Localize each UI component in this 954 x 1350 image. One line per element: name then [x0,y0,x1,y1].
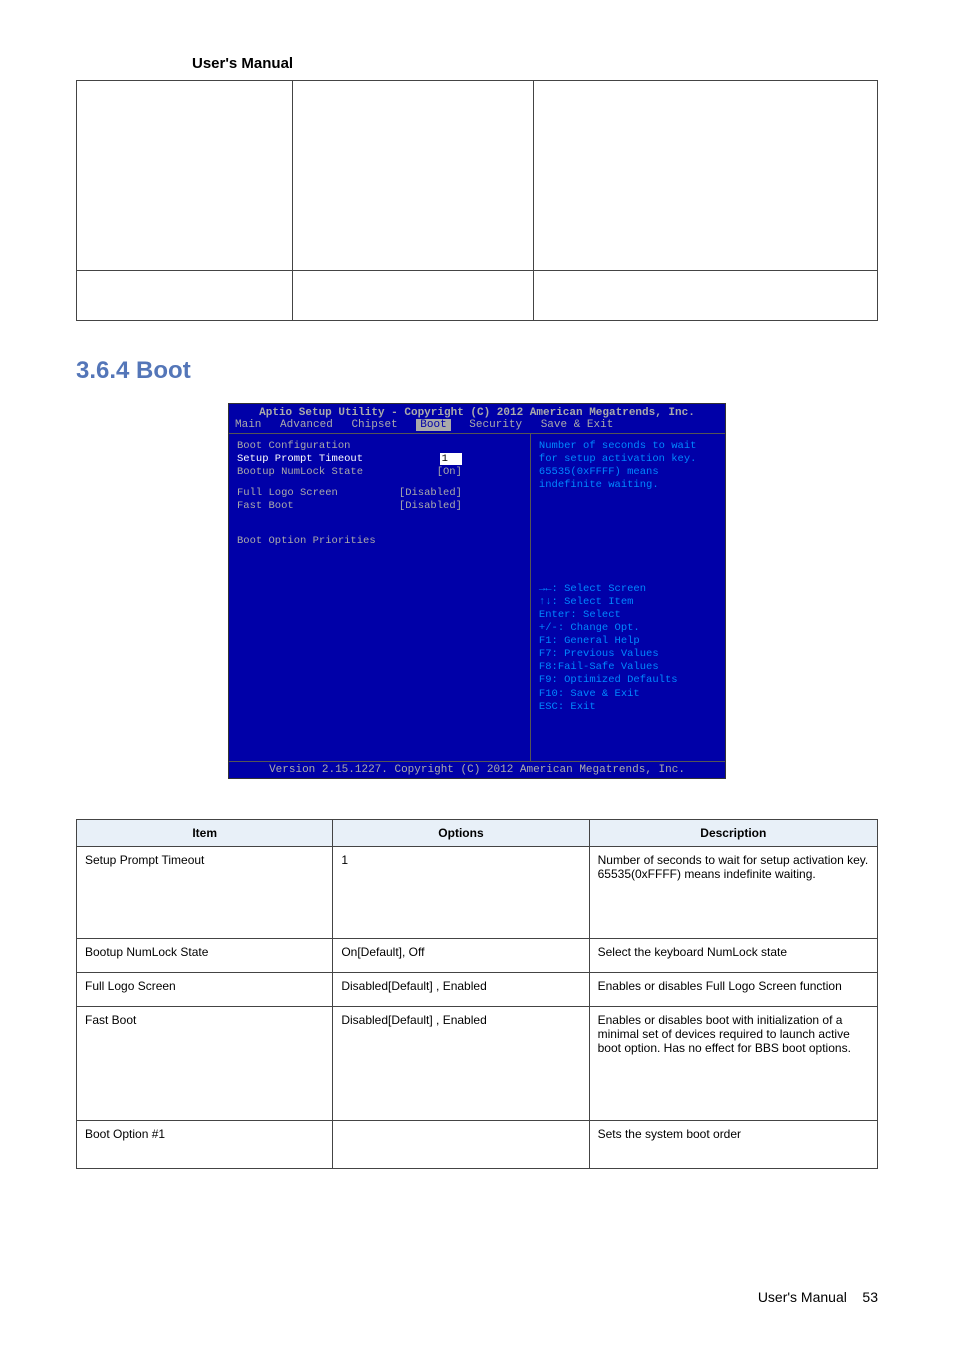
cell [533,271,877,321]
bios-value-selected: 1 [440,453,462,465]
bios-help-text: Number of seconds to wait for setup acti… [539,440,717,493]
cell-options: 1 [333,847,589,939]
footer-page: 53 [862,1289,878,1305]
cell-item: Bootup NumLock State [77,939,333,973]
bios-key: ↑↓: Select Item [539,596,717,609]
bios-menu-boot: Boot [416,419,450,431]
bios-label: Full Logo Screen [237,487,338,499]
bios-footer: Version 2.15.1227. Copyright (C) 2012 Am… [229,761,725,778]
cell-item: Full Logo Screen [77,973,333,1007]
table-row: Fast Boot Disabled[Default] , Enabled En… [77,1007,878,1121]
bios-key: Enter: Select [539,609,717,622]
bios-screenshot: Aptio Setup Utility - Copyright (C) 2012… [228,403,726,779]
page-header: User's Manual [0,0,954,80]
table-row: Bootup NumLock State On[Default], Off Se… [77,939,878,973]
cell-item: Boot Option #1 [77,1121,333,1169]
bios-row: Bootup NumLock State [On] [237,466,522,478]
cell [77,271,293,321]
cell-desc: Enables or disables boot with initializa… [589,1007,877,1121]
bios-key-legend: →←: Select Screen ↑↓: Select Item Enter:… [539,583,717,714]
cell-options: Disabled[Default] , Enabled [333,1007,589,1121]
bios-menu-chipset: Chipset [351,419,397,431]
table-row: Setup Prompt Timeout 1 Number of seconds… [77,847,878,939]
bios-row: Fast Boot [Disabled] [237,500,522,512]
bios-row: Setup Prompt Timeout 1 [237,453,522,465]
bios-key: F7: Previous Values [539,648,717,661]
bios-value: [Disabled] [399,500,462,512]
cell-options [333,1121,589,1169]
bios-title: Aptio Setup Utility - Copyright (C) 2012… [229,404,725,419]
col-options: Options [333,820,589,847]
bios-left-pane: Boot Configuration Setup Prompt Timeout … [229,433,531,761]
table-row: Full Logo Screen Disabled[Default] , Ena… [77,973,878,1007]
bios-menu-save-exit: Save & Exit [541,419,614,431]
bios-label: Setup Prompt Timeout [237,453,363,465]
bios-key: ESC: Exit [539,701,717,714]
cell-desc: Select the keyboard NumLock state [589,939,877,973]
header-title: User's Manual [192,55,293,72]
table-row [77,271,878,321]
cell-desc: Sets the system boot order [589,1121,877,1169]
bios-menu-security: Security [469,419,522,431]
bios-section-label: Boot Option Priorities [237,535,522,547]
spec-table: Item Options Description Setup Prompt Ti… [76,819,878,1169]
bios-key: F9: Optimized Defaults [539,674,717,687]
cell-desc: Enables or disables Full Logo Screen fun… [589,973,877,1007]
table-row: Boot Option #1 Sets the system boot orde… [77,1121,878,1169]
bios-value: [On] [437,466,462,478]
section-heading: 3.6.4 Boot [76,357,878,385]
footer-label: User's Manual [758,1289,847,1305]
table-row [77,81,878,271]
cell [533,81,877,271]
cell-options: On[Default], Off [333,939,589,973]
bios-label: Bootup NumLock State [237,466,363,478]
bios-key: F8:Fail-Safe Values [539,661,717,674]
page-footer-text: User's Manual 53 [758,1289,878,1305]
bios-row: Full Logo Screen [Disabled] [237,487,522,499]
col-item: Item [77,820,333,847]
bios-label: Boot Configuration [237,440,350,452]
bios-body: Boot Configuration Setup Prompt Timeout … [229,433,725,761]
bios-label: Fast Boot [237,500,294,512]
bios-menu-main: Main [235,419,261,431]
bios-key: →←: Select Screen [539,583,717,596]
bios-right-pane: Number of seconds to wait for setup acti… [531,433,725,761]
bios-menu-bar: Main Advanced Chipset Boot Security Save… [229,419,725,433]
cell-item: Setup Prompt Timeout [77,847,333,939]
cell-desc: Number of seconds to wait for setup acti… [589,847,877,939]
bios-key: +/-: Change Opt. [539,622,717,635]
cell-options: Disabled[Default] , Enabled [333,973,589,1007]
cell [77,81,293,271]
bios-value: [Disabled] [399,487,462,499]
top-empty-table [76,80,878,321]
cell [293,271,533,321]
cell-item: Fast Boot [77,1007,333,1121]
bios-row: Boot Configuration [237,440,522,452]
bios-key: F10: Save & Exit [539,688,717,701]
table-header-row: Item Options Description [77,820,878,847]
bios-key: F1: General Help [539,635,717,648]
bios-menu-advanced: Advanced [280,419,333,431]
cell [293,81,533,271]
content-area: 3.6.4 Boot Aptio Setup Utility - Copyrig… [0,80,954,1169]
col-description: Description [589,820,877,847]
